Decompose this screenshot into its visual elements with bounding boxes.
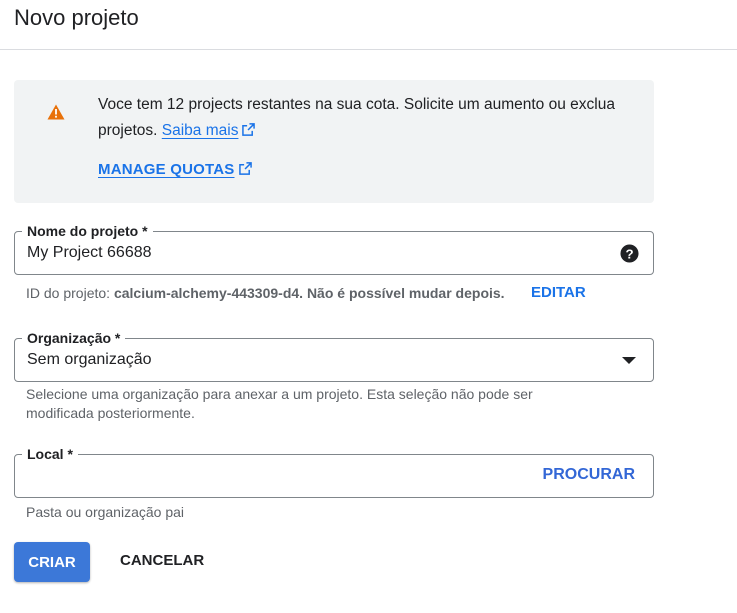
project-name-input[interactable]: My Project 66688 [27, 244, 152, 262]
organization-select[interactable]: Organização * Sem organização [14, 329, 654, 382]
help-icon[interactable]: ? [620, 244, 639, 263]
edit-project-id-button[interactable]: EDITAR [531, 284, 586, 301]
project-id-value: calcium-alchemy-443309-d4. Não é possíve… [113, 285, 505, 301]
location-field[interactable]: Local * PROCURAR [14, 445, 654, 498]
open-in-new-icon [238, 162, 252, 175]
manage-quotas-link[interactable]: MANAGE QUOTAS [98, 161, 252, 178]
location-label: Local * [22, 445, 78, 463]
quota-message: Voce tem 12 projects restantes na sua co… [98, 92, 618, 144]
open-in-new-icon [242, 123, 256, 136]
organization-hint: Selecione uma organização para anexar a … [26, 386, 533, 421]
project-id-prefix: ID do projeto: [26, 285, 111, 301]
project-id-line: ID do projeto: calcium-alchemy-443309-d4… [26, 285, 505, 301]
organization-value: Sem organização [27, 351, 152, 368]
warning-icon [47, 104, 65, 120]
learn-more-link[interactable]: Saiba mais [162, 122, 256, 139]
page-header: Novo projeto [0, 0, 737, 50]
page-title: Novo projeto [14, 5, 139, 30]
cancel-button[interactable]: CANCELAR [120, 552, 204, 569]
create-button[interactable]: CRIAR [14, 542, 90, 582]
location-hint: Pasta ou organização pai [26, 504, 184, 520]
browse-button[interactable]: PROCURAR [543, 466, 635, 484]
arrow-drop-down-icon[interactable] [622, 357, 636, 364]
quota-notice: Voce tem 12 projects restantes na sua co… [14, 80, 654, 203]
project-name-label: Nome do projeto * [22, 222, 153, 240]
svg-text:?: ? [625, 246, 633, 261]
project-name-field[interactable]: Nome do projeto * My Project 66688 ? [14, 222, 654, 275]
organization-label: Organização * [22, 329, 126, 347]
